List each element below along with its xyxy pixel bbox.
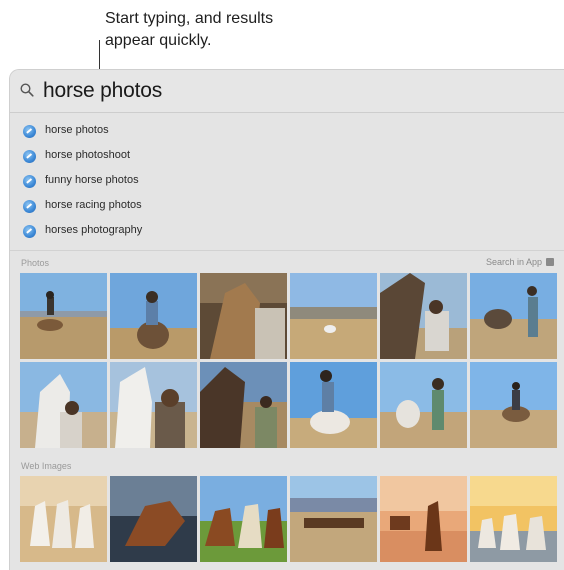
safari-compass-icon	[23, 175, 36, 188]
suggestion-item[interactable]: horse racing photos	[10, 194, 564, 219]
photo-thumbnail[interactable]	[20, 273, 107, 359]
photo-thumbnail[interactable]	[200, 273, 287, 359]
web-images-grid	[20, 476, 564, 562]
search-bar[interactable]: horse photos	[10, 70, 564, 113]
app-icon	[546, 258, 554, 266]
suggestion-item[interactable]: horse photoshoot	[10, 144, 564, 169]
safari-compass-icon	[23, 225, 36, 238]
web-image-thumbnail[interactable]	[110, 476, 197, 562]
suggestion-item[interactable]: horse photos	[10, 119, 564, 144]
photo-thumbnail[interactable]	[470, 273, 557, 359]
photos-grid	[20, 273, 564, 448]
suggestion-item[interactable]: horses photography	[10, 219, 564, 244]
callout-line-1: Start typing, and results	[105, 10, 274, 27]
safari-compass-icon	[23, 200, 36, 213]
callout-text: Start typing, and results appear quickly…	[105, 8, 273, 52]
web-image-thumbnail[interactable]	[20, 476, 107, 562]
suggestion-label: horses photography	[45, 224, 143, 236]
safari-compass-icon	[23, 150, 36, 163]
search-in-app-label: Search in App	[485, 257, 542, 267]
photo-thumbnail[interactable]	[470, 362, 557, 448]
photo-thumbnail[interactable]	[200, 362, 287, 448]
photo-thumbnail[interactable]	[380, 362, 467, 448]
web-images-section-title: Web Images	[21, 461, 72, 471]
spotlight-panel: horse photos horse photos horse photosho…	[9, 69, 564, 570]
photo-thumbnail[interactable]	[290, 362, 377, 448]
photo-thumbnail[interactable]	[290, 273, 377, 359]
photos-section-title: Photos	[21, 258, 50, 268]
suggestion-label: horse racing photos	[45, 199, 142, 211]
photo-thumbnail[interactable]	[20, 362, 107, 448]
photos-section-header: Photos Search in App	[10, 251, 564, 273]
magnifying-glass-icon	[20, 83, 34, 102]
web-images-section-header: Web Images	[10, 454, 564, 476]
suggestion-label: funny horse photos	[45, 174, 139, 186]
callout-line-2: appear quickly.	[105, 32, 212, 49]
photo-thumbnail[interactable]	[110, 362, 197, 448]
search-input[interactable]: horse photos	[43, 79, 162, 103]
suggestion-list: horse photos horse photoshoot funny hors…	[10, 113, 564, 244]
web-image-thumbnail[interactable]	[200, 476, 287, 562]
search-in-app-button[interactable]: Search in App	[486, 257, 554, 267]
suggestion-item[interactable]: funny horse photos	[10, 169, 564, 194]
suggestion-label: horse photoshoot	[45, 149, 131, 161]
web-image-thumbnail[interactable]	[380, 476, 467, 562]
photo-thumbnail[interactable]	[380, 273, 467, 359]
photo-thumbnail[interactable]	[110, 273, 197, 359]
web-image-thumbnail[interactable]	[470, 476, 557, 562]
web-image-thumbnail[interactable]	[290, 476, 377, 562]
suggestion-label: horse photos	[45, 124, 109, 136]
safari-compass-icon	[23, 125, 36, 138]
